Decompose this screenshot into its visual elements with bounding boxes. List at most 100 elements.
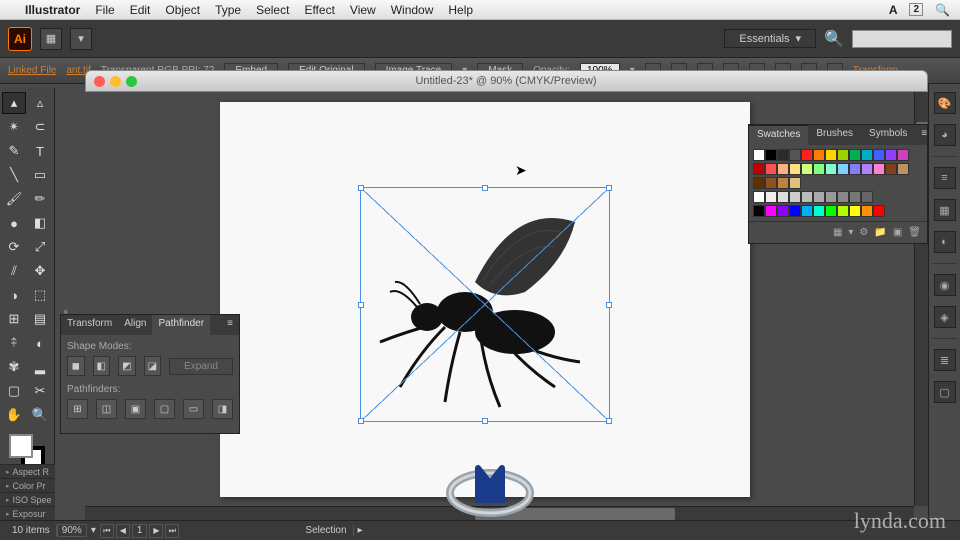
cp-iso[interactable]: ISO Spee: [0, 492, 55, 506]
trim-button[interactable]: ◫: [96, 399, 117, 419]
linked-file-label[interactable]: Linked File: [8, 65, 56, 76]
next-artboard-button[interactable]: ▶: [149, 524, 163, 538]
free-transform-tool[interactable]: ✥: [28, 260, 52, 282]
rotate-tool[interactable]: ⟳: [2, 236, 26, 258]
stroke-panel-icon[interactable]: ≡: [934, 167, 956, 189]
merge-button[interactable]: ▣: [125, 399, 146, 419]
menu-view[interactable]: View: [350, 3, 376, 17]
swatch[interactable]: [813, 191, 825, 203]
menu-file[interactable]: File: [95, 3, 114, 17]
swatch[interactable]: [861, 191, 873, 203]
transparency-panel-icon[interactable]: ◐: [934, 231, 956, 253]
perspective-tool[interactable]: ⬚: [28, 284, 52, 306]
shape-builder-tool[interactable]: ◑: [2, 284, 26, 306]
tab-align[interactable]: Align: [118, 315, 152, 335]
swatch[interactable]: [837, 205, 849, 217]
gradient-panel-icon[interactable]: ▦: [934, 199, 956, 221]
slice-tool[interactable]: ✂: [28, 380, 52, 402]
swatch[interactable]: [825, 163, 837, 175]
swatch[interactable]: [849, 149, 861, 161]
symbol-sprayer-tool[interactable]: ✾: [2, 356, 26, 378]
swatch[interactable]: [789, 149, 801, 161]
swatch[interactable]: [885, 163, 897, 175]
handle-mr[interactable]: [606, 302, 612, 308]
swatch[interactable]: [849, 205, 861, 217]
cp-exposure[interactable]: Exposur: [0, 506, 55, 520]
pen-tool[interactable]: ✎: [2, 140, 26, 162]
menu-help[interactable]: Help: [448, 3, 473, 17]
menu-object[interactable]: Object: [165, 3, 200, 17]
swatch[interactable]: [765, 149, 777, 161]
handle-bl[interactable]: [358, 418, 364, 424]
swatch[interactable]: [825, 149, 837, 161]
cp-colorpr[interactable]: Color Pr: [0, 478, 55, 492]
zoom-tool[interactable]: 🔍: [28, 404, 52, 426]
minus-back-button[interactable]: ◨: [212, 399, 233, 419]
color-panel-icon[interactable]: 🎨: [934, 92, 956, 114]
color-guide-icon[interactable]: ◕: [934, 124, 956, 146]
swatch[interactable]: [801, 163, 813, 175]
tab-pathfinder[interactable]: Pathfinder: [152, 315, 210, 335]
swatch[interactable]: [777, 177, 789, 189]
width-tool[interactable]: ⫽: [2, 260, 26, 282]
divide-button[interactable]: ⊞: [67, 399, 88, 419]
swatch[interactable]: [777, 163, 789, 175]
pathfinder-close-icon[interactable]: ×: [63, 307, 68, 317]
menu-window[interactable]: Window: [391, 3, 434, 17]
swatch[interactable]: [861, 163, 873, 175]
swatch[interactable]: [849, 191, 861, 203]
swatch-options-icon[interactable]: ⚙: [859, 227, 868, 238]
blend-tool[interactable]: ◐: [28, 332, 52, 354]
swatch[interactable]: [765, 191, 777, 203]
handle-bm[interactable]: [482, 418, 488, 424]
swatch[interactable]: [813, 205, 825, 217]
status-dropdown[interactable]: ▸: [354, 525, 367, 536]
minimize-icon[interactable]: [110, 76, 121, 87]
swatch[interactable]: [765, 163, 777, 175]
swatch[interactable]: [789, 191, 801, 203]
crop-button[interactable]: ▢: [154, 399, 175, 419]
pathfinder-menu-icon[interactable]: ≡: [221, 315, 239, 335]
swatch[interactable]: [873, 205, 885, 217]
menu-type[interactable]: Type: [215, 3, 241, 17]
artboard-tool[interactable]: ▢: [2, 380, 26, 402]
gradient-tool[interactable]: ▤: [28, 308, 52, 330]
swatch[interactable]: [777, 205, 789, 217]
swatch[interactable]: [861, 149, 873, 161]
swatch[interactable]: [789, 205, 801, 217]
swatch[interactable]: [801, 191, 813, 203]
swatch[interactable]: [873, 163, 885, 175]
swatch[interactable]: [789, 177, 801, 189]
new-swatch-icon[interactable]: ▣: [893, 227, 902, 238]
handle-ml[interactable]: [358, 302, 364, 308]
swatch[interactable]: [777, 191, 789, 203]
magic-wand-tool[interactable]: ✴: [2, 116, 26, 138]
zoom-field[interactable]: 90%: [57, 524, 87, 537]
search-input[interactable]: [852, 30, 952, 48]
zoom-icon[interactable]: [126, 76, 137, 87]
graph-tool[interactable]: ▂: [28, 356, 52, 378]
handle-br[interactable]: [606, 418, 612, 424]
cp-aspect[interactable]: Aspect R: [0, 464, 55, 478]
swatch[interactable]: [897, 163, 909, 175]
artboard-number[interactable]: 1: [132, 524, 148, 538]
direct-selection-tool[interactable]: ▵: [28, 92, 52, 114]
scale-tool[interactable]: ⤢: [28, 236, 52, 258]
blob-brush-tool[interactable]: ●: [2, 212, 26, 234]
workspace-switcher[interactable]: Essentials▾: [724, 29, 816, 48]
menu-edit[interactable]: Edit: [130, 3, 151, 17]
expand-button[interactable]: Expand: [169, 358, 233, 375]
tab-symbols[interactable]: Symbols: [861, 125, 915, 145]
swatch[interactable]: [753, 177, 765, 189]
hand-tool[interactable]: ✋: [2, 404, 26, 426]
handle-tr[interactable]: [606, 185, 612, 191]
unite-button[interactable]: ◼: [67, 356, 85, 376]
swatch[interactable]: [873, 149, 885, 161]
eraser-tool[interactable]: ◧: [28, 212, 52, 234]
appearance-panel-icon[interactable]: ◉: [934, 274, 956, 296]
prev-artboard-button[interactable]: ◀: [116, 524, 130, 538]
notifications-badge[interactable]: 2: [909, 3, 923, 16]
swatch[interactable]: [753, 191, 765, 203]
last-artboard-button[interactable]: ⏭: [165, 524, 179, 538]
swatch[interactable]: [789, 163, 801, 175]
